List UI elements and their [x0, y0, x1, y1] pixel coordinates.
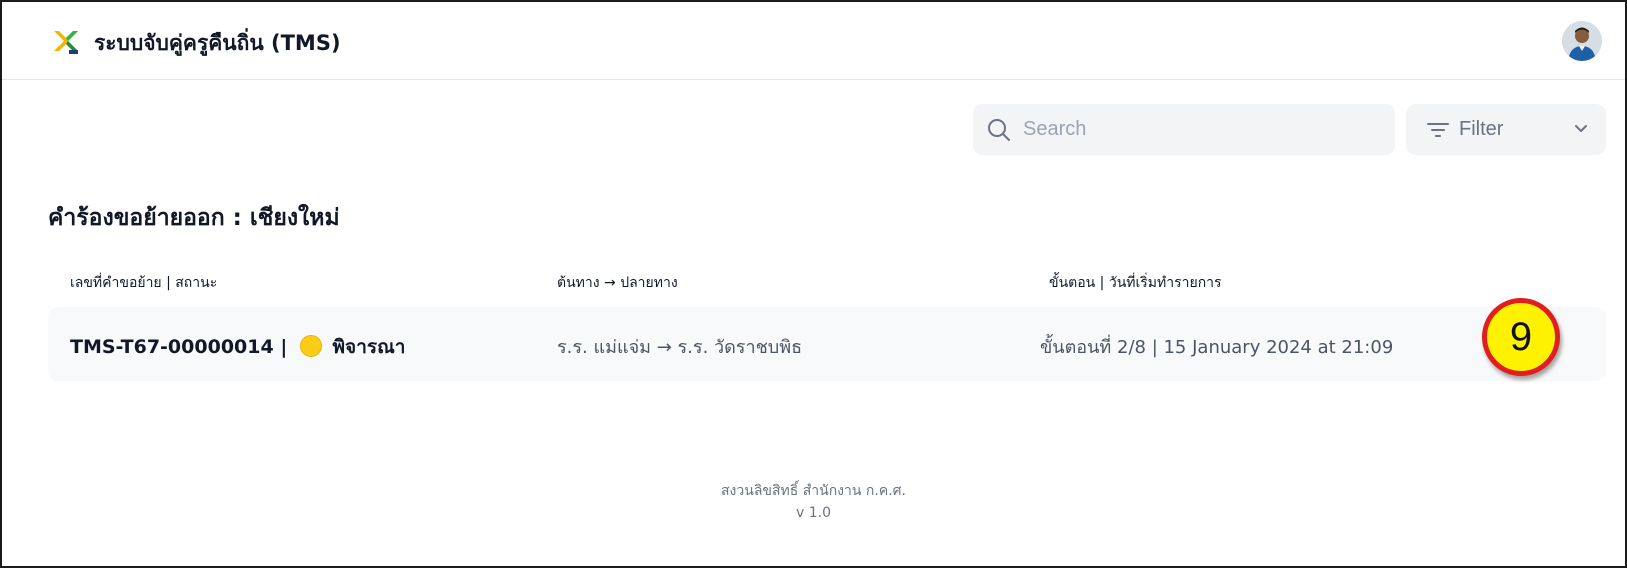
app-header: ระบบจับคู่ครูคืนถิ่น (TMS) [2, 2, 1625, 80]
app-title: ระบบจับคู่ครูคืนถิ่น (TMS) [94, 31, 341, 55]
search-box[interactable] [973, 104, 1395, 155]
request-id: TMS-T67-00000014 [70, 336, 274, 358]
route-cell: ร.ร. แม่แจ่ม → ร.ร. วัดราชบพิธ [557, 337, 803, 358]
search-input[interactable] [1023, 104, 1383, 155]
search-icon [988, 119, 1010, 141]
step-date-cell: ขั้นตอนที่ 2/8 | 15 January 2024 at 21:0… [1040, 337, 1394, 358]
chevron-down-icon [1575, 125, 1587, 132]
separator: | [280, 336, 288, 358]
table-row[interactable]: TMS-T67-00000014 | พิจารณา ร.ร. แม่แจ่ม … [48, 307, 1606, 381]
request-cell: TMS-T67-00000014 | พิจารณา [70, 332, 405, 362]
filter-label: Filter [1459, 118, 1504, 140]
copyright-text: สงวนลิขสิทธิ์ สำนักงาน ก.ค.ศ. [721, 483, 906, 499]
column-header-step-date: ขั้นตอน | วันที่เริ่มทำรายการ [1049, 275, 1222, 291]
version-text: v 1.0 [796, 505, 831, 521]
status-dot-icon [299, 335, 322, 357]
annotation-badge: 9 [1482, 298, 1560, 376]
tms-logo-icon[interactable] [52, 29, 80, 55]
footer: สงวนลิขสิทธิ์ สำนักงาน ก.ค.ศ. v 1.0 [0, 480, 1627, 524]
page-title: คำร้องขอย้ายออก : เชียงใหม่ [48, 205, 340, 231]
column-header-route: ต้นทาง → ปลายทาง [557, 275, 678, 291]
filter-dropdown[interactable]: Filter [1406, 104, 1606, 155]
user-avatar[interactable] [1562, 21, 1602, 61]
badge-number: 9 [1509, 315, 1533, 359]
column-header-request-status: เลขที่คำขอย้าย | สถานะ [70, 275, 218, 291]
status-label: พิจารณา [332, 336, 406, 358]
filter-icon [1427, 123, 1449, 137]
